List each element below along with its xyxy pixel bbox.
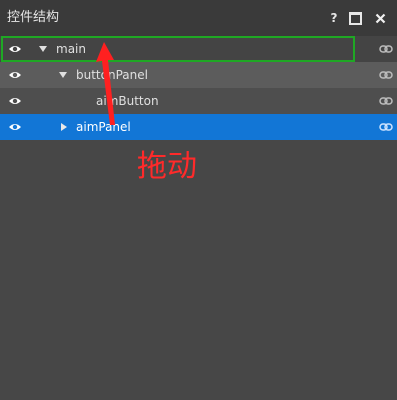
link-icon[interactable] (379, 42, 393, 56)
tree-node-label: main (56, 42, 86, 56)
drag-annotation-text: 拖动 (137, 149, 197, 184)
triangle-right-icon[interactable] (59, 122, 69, 132)
link-icon[interactable] (379, 68, 393, 82)
tree-row-buttonpanel[interactable]: buttonPanel (0, 62, 397, 88)
panel-titlebar: 控件结构 ? (0, 0, 397, 36)
tree-node-label: aimPanel (76, 120, 131, 134)
close-button[interactable] (371, 9, 389, 27)
tree-node-label: aimButton (96, 94, 159, 108)
tree-row-aimbutton[interactable]: aimButton (0, 88, 397, 114)
panel-title: 控件结构 (7, 10, 60, 25)
eye-icon[interactable] (8, 69, 22, 81)
tree-row-main[interactable]: main (0, 36, 397, 62)
eye-icon[interactable] (8, 43, 22, 55)
help-button[interactable]: ? (325, 9, 343, 27)
maximize-icon (348, 11, 362, 25)
link-icon[interactable] (379, 120, 393, 134)
eye-icon[interactable] (8, 121, 22, 133)
eye-icon[interactable] (8, 95, 22, 107)
tree-row-aimpanel[interactable]: aimPanel (0, 114, 397, 140)
tree-node-label: buttonPanel (76, 68, 148, 82)
triangle-down-icon[interactable] (58, 70, 68, 80)
close-icon (375, 13, 385, 23)
maximize-button[interactable] (346, 9, 364, 27)
link-icon[interactable] (379, 94, 393, 108)
triangle-down-icon[interactable] (38, 44, 48, 54)
